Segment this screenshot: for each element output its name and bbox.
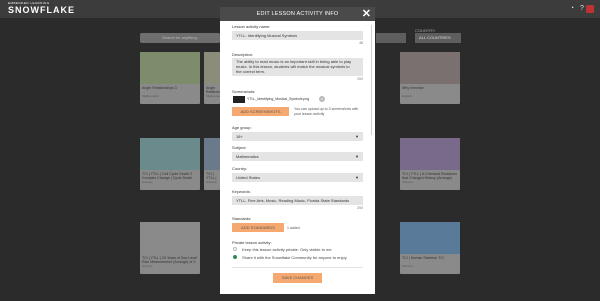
lesson-name-input[interactable]: YTLL: Identifying Musical Symbols xyxy=(232,31,363,40)
card-thumbnail xyxy=(140,138,200,170)
subject-label: Subject: xyxy=(232,145,247,150)
logo-text: SNOWFLAKE xyxy=(8,5,75,15)
card-subject: Mathematics xyxy=(206,94,224,98)
edit-lesson-modal: EDIT LESSON ACTIVITY INFO ✕ Lesson activ… xyxy=(220,7,375,294)
name-char-count: 48 xyxy=(359,41,363,45)
country-select[interactable]: United States ▼ xyxy=(232,173,363,182)
flag-icon[interactable] xyxy=(586,5,594,13)
keywords-char-count: 200 xyxy=(357,206,363,210)
subject-select[interactable]: Mathematics ▼ xyxy=(232,152,363,161)
add-screenshots-button[interactable]: ADD SCREENSHOTS xyxy=(232,107,289,116)
card-thumbnail xyxy=(400,52,460,84)
lesson-card[interactable]: TCI | YTLL | A Chemical Reactions that C… xyxy=(400,138,460,190)
lesson-card[interactable]: TCI | YTLL | 20 Years of Sea Level Rise … xyxy=(140,222,200,274)
card-title: TCI | YTLL | A Chemical Reactions that C… xyxy=(402,172,457,180)
card-title: Why exercise xyxy=(402,86,424,90)
card-title: TCI | YTLL | ... xyxy=(206,172,217,180)
card-thumbnail xyxy=(400,138,460,170)
card-thumbnail xyxy=(204,138,220,170)
bell-icon[interactable]: ◔ xyxy=(568,5,576,13)
close-icon[interactable]: ✕ xyxy=(362,8,371,20)
share-option-text: Share it with the Snowflake Community fo… xyxy=(242,255,347,260)
screenshot-thumbnail xyxy=(233,96,245,103)
private-radio[interactable] xyxy=(233,247,237,251)
help-icon[interactable]: ? xyxy=(578,5,586,13)
save-changes-button[interactable]: SAVE CHANGES xyxy=(273,273,322,283)
logo[interactable]: EMBEDDED LEARNING SNOWFLAKE xyxy=(8,2,75,16)
modal-title: EDIT LESSON ACTIVITY INFO xyxy=(220,7,375,21)
chevron-down-icon: ▼ xyxy=(355,134,359,139)
card-thumbnail xyxy=(140,222,200,254)
lesson-card[interactable]: Angle Relationships 3 Mathematics xyxy=(140,52,200,104)
name-label: Lesson activity name: xyxy=(232,24,271,29)
lesson-card[interactable]: TCI | YTLL | Cell Cycle Death 3 Complex … xyxy=(140,138,200,190)
lesson-card[interactable]: Why exercise English xyxy=(400,52,460,104)
filter-dropdown[interactable] xyxy=(376,33,406,43)
chevron-down-icon: ▼ xyxy=(355,154,359,159)
modal-scrollbar[interactable] xyxy=(370,25,372,135)
age-group-select[interactable]: 18+ ▼ xyxy=(232,132,363,141)
card-title: Angle Relationships 3 xyxy=(142,86,177,90)
screenshot-filename: YTLL_Identifying_Musical_Symbols.png xyxy=(247,97,310,101)
age-group-value: 18+ xyxy=(236,134,243,139)
lesson-card[interactable]: TCI | YTLL | ... Science xyxy=(204,138,220,190)
description-textarea[interactable]: The ability to read music is an importan… xyxy=(232,58,363,76)
age-group-label: Age group: xyxy=(232,125,252,130)
description-char-count: 200 xyxy=(357,77,363,81)
description-label: Description: xyxy=(232,52,254,57)
card-title: TCI | YTLL | 20 Years of Sea Level Rise … xyxy=(142,256,198,264)
card-title: Angle Relationship xyxy=(206,86,220,94)
card-thumbnail xyxy=(204,52,220,84)
card-title: TCI | Human Skeleton TCI xyxy=(402,256,445,260)
private-label: Private lesson activity: xyxy=(232,240,272,245)
country-label: Country: xyxy=(232,166,248,171)
country-value: United States xyxy=(236,175,261,180)
chevron-down-icon: ▼ xyxy=(355,175,359,180)
screenshots-label: Screenshots: xyxy=(232,89,256,94)
screenshots-help: You can upload up to 3 screenshots with … xyxy=(294,107,359,116)
remove-screenshot-icon[interactable]: × xyxy=(319,96,325,102)
standards-label: Standards: xyxy=(232,216,252,221)
lesson-card[interactable]: TCI | Human Skeleton TCI Science xyxy=(400,222,460,274)
country-filter[interactable]: ALL COUNTRIES xyxy=(415,33,461,43)
card-title: TCI | YTLL | Cell Cycle Death 3 Complex … xyxy=(142,172,193,180)
share-radio[interactable] xyxy=(233,255,237,259)
keywords-label: Keywords: xyxy=(232,189,251,194)
search-input[interactable]: Search for anything... xyxy=(140,33,220,43)
standards-count: 1 added xyxy=(287,226,300,230)
divider xyxy=(232,267,363,268)
subject-value: Mathematics xyxy=(236,154,259,159)
card-thumbnail xyxy=(400,222,460,254)
card-thumbnail xyxy=(140,52,200,84)
keywords-input[interactable]: YTLL, Fine Arts, Music, Reading Music, F… xyxy=(232,196,363,205)
lesson-card[interactable]: Angle Relationship Mathematics xyxy=(204,52,224,104)
private-option-text: Keep this lesson activity private. Only … xyxy=(242,247,332,252)
add-standards-button[interactable]: ADD STANDARDS xyxy=(232,223,284,232)
